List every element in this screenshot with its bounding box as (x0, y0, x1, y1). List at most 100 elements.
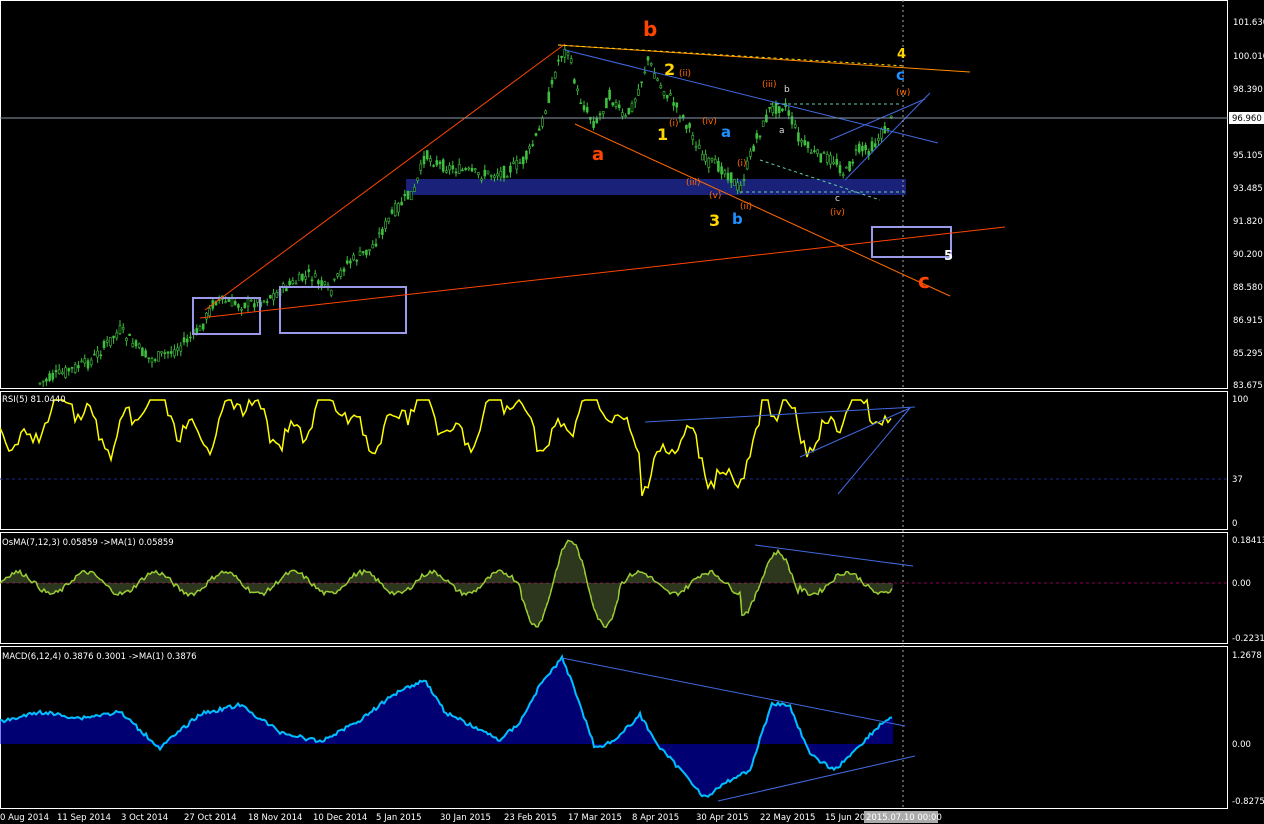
candle-body (329, 289, 333, 296)
wave-5: 5 (944, 249, 953, 264)
candle-body (70, 367, 74, 369)
candle-body (720, 166, 723, 175)
candle-body (397, 203, 400, 213)
candle-body (102, 341, 106, 349)
candle-body (339, 270, 343, 277)
candle-body (198, 326, 202, 331)
candle-body (403, 194, 407, 197)
candle-body (137, 343, 141, 348)
candle-body (541, 117, 544, 127)
candle-body (857, 143, 861, 153)
candle-body (489, 174, 493, 177)
candle-body (461, 169, 464, 172)
candle-body (598, 113, 602, 116)
wave-3: 3 (709, 211, 720, 230)
candle-body (550, 80, 554, 85)
candle-body (371, 244, 375, 249)
candle-body (525, 150, 528, 160)
candle-body (121, 327, 125, 330)
candle-body (179, 345, 183, 352)
candle-body (531, 144, 535, 146)
candle-body (611, 102, 615, 106)
candle-body (505, 176, 509, 178)
candle-body (227, 299, 231, 302)
candle-body (829, 154, 832, 165)
candle-body (851, 161, 855, 164)
candle-body (813, 150, 816, 152)
candle-body (819, 153, 823, 163)
candle-body (477, 172, 480, 176)
time-label: 0 Aug 2014 (0, 813, 49, 823)
price-label: 85.295 (1233, 349, 1263, 359)
macd-level-label: -0.8275 (1232, 797, 1264, 807)
candle-body (144, 350, 147, 358)
candle-body (646, 56, 650, 61)
candle-body (669, 93, 672, 96)
candle-body (345, 260, 349, 264)
candle-body (285, 288, 288, 292)
candle-body (697, 144, 701, 149)
candle-body (57, 369, 61, 374)
candle-body (355, 259, 359, 262)
candle-body (304, 276, 307, 280)
candle-body (45, 378, 48, 382)
candle-body (707, 157, 711, 168)
candle-body (758, 135, 762, 138)
candle-body (854, 149, 858, 151)
candle-body (51, 372, 55, 380)
candle-body (272, 293, 275, 301)
time-label: 30 Jan 2015 (440, 813, 491, 823)
candle-body (822, 152, 826, 154)
candle-body (297, 274, 301, 281)
candle-body (182, 337, 186, 343)
candle-body (806, 141, 810, 149)
candle-body (653, 73, 656, 79)
wave-v: (v) (709, 191, 721, 201)
candle-body (301, 273, 304, 281)
time-label: 15 Jun 20 (825, 813, 865, 823)
rsi-level-label: 100 (1232, 395, 1248, 405)
candle-body (147, 357, 151, 360)
candle-body (803, 140, 807, 146)
candle-body (384, 220, 387, 229)
candle-body (105, 339, 109, 343)
candle-body (176, 347, 179, 351)
candle-body (61, 371, 64, 374)
candle-body (534, 133, 538, 136)
candle-body (835, 159, 839, 165)
candle-body (816, 149, 819, 155)
candle-body (160, 351, 163, 354)
candle-body (518, 162, 522, 164)
rsi-level-label: 0 (1232, 519, 1237, 529)
price-label: 91.820 (1233, 217, 1263, 227)
candle-body (601, 111, 605, 115)
candle-body (317, 280, 320, 285)
candle-body (467, 167, 471, 170)
candle-body (163, 352, 167, 354)
candle-body (256, 298, 259, 303)
candle-body (393, 203, 397, 216)
candle-body (365, 249, 368, 256)
time-label: 27 Oct 2014 (184, 813, 237, 823)
time-label: 30 Apr 2015 (696, 813, 749, 823)
rsi-title: RSI(5) 81.0440 (2, 395, 66, 405)
candle-body (67, 368, 71, 372)
trading-chart[interactable]: b a c 1 2 3 4 5 a b c (ii) (i) (iv) (iii… (0, 0, 1264, 824)
wave-a-blue: a (721, 123, 731, 141)
candle-body (569, 58, 573, 63)
candle-body (579, 102, 583, 105)
wave-1: 1 (657, 125, 668, 144)
wave-iii: (iii) (686, 178, 701, 188)
candle-body (509, 165, 512, 173)
candle-body (441, 159, 445, 172)
candle-body (64, 367, 67, 378)
candle-body (605, 98, 608, 109)
candle-body (54, 370, 58, 373)
candle-body (112, 335, 115, 339)
candle-body (886, 128, 890, 130)
candle-body (313, 273, 317, 278)
candle-body (307, 269, 311, 272)
candle-body (889, 115, 893, 118)
candle-body (275, 292, 279, 298)
candle-body (125, 338, 128, 342)
